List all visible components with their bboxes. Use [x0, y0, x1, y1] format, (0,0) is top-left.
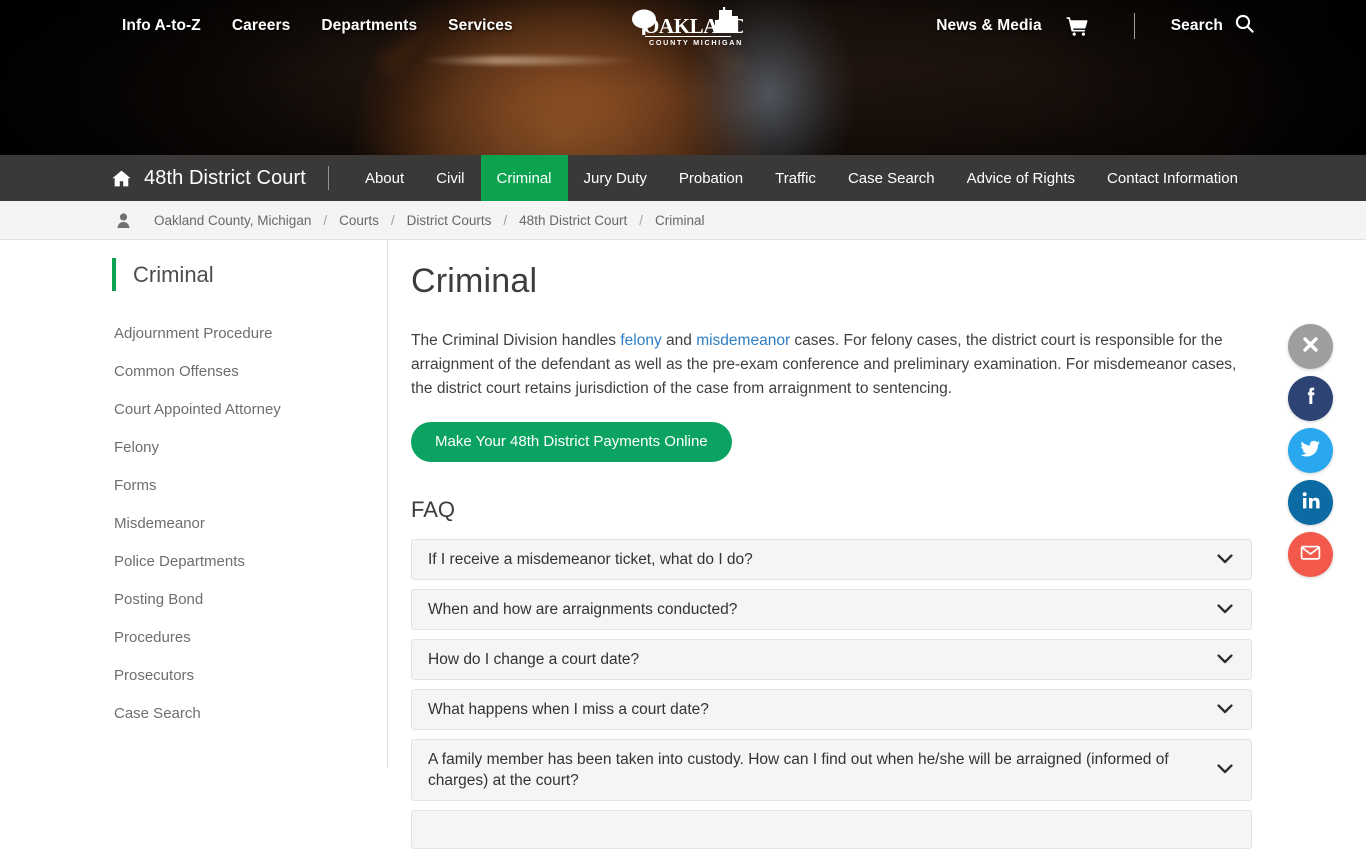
search-icon: [1235, 14, 1254, 38]
faq-list: If I receive a misdemeanor ticket, what …: [411, 539, 1252, 849]
search-button[interactable]: Search: [1171, 14, 1254, 38]
top-nav-left-links: Info A-to-Z Careers Departments Services: [122, 17, 513, 35]
social-share-rail: [1288, 324, 1333, 577]
home-icon: [112, 170, 131, 187]
oakland-county-logo[interactable]: OAKLAND COUNTY MICHIGAN: [627, 6, 748, 48]
email-icon: [1299, 541, 1322, 569]
nav-item-advice-of-rights[interactable]: Advice of Rights: [951, 155, 1091, 201]
breadcrumb: Oakland County, Michigan / Courts / Dist…: [154, 213, 705, 228]
chevron-down-icon: [1217, 761, 1233, 779]
page-title: Criminal: [411, 262, 538, 300]
shopping-cart-icon[interactable]: [1066, 16, 1088, 36]
nav-item-jury-duty[interactable]: Jury Duty: [568, 155, 663, 201]
intro-text-1: The Criminal Division handles: [411, 332, 621, 349]
sidebar-item-case-search[interactable]: Case Search: [114, 695, 387, 733]
faq-question: A family member has been taken into cust…: [428, 751, 1169, 789]
topnav-link-services[interactable]: Services: [448, 17, 513, 35]
nav-item-traffic[interactable]: Traffic: [759, 155, 832, 201]
nav-item-probation[interactable]: Probation: [663, 155, 759, 201]
topnav-divider: [1133, 13, 1135, 39]
breadcrumb-item-district-courts[interactable]: District Courts: [407, 213, 492, 228]
nav-item-about[interactable]: About: [349, 155, 420, 201]
chevron-down-icon: [1217, 651, 1233, 669]
intro-text-2: and: [661, 332, 697, 349]
sidebar-item-court-appointed-attorney[interactable]: Court Appointed Attorney: [114, 391, 387, 429]
logo-subtitle: COUNTY MICHIGAN: [649, 38, 743, 47]
sidebar-heading: Criminal: [112, 258, 387, 291]
nav-item-case-search[interactable]: Case Search: [832, 155, 951, 201]
breadcrumb-separator: /: [639, 212, 643, 228]
chevron-down-icon: [1217, 551, 1233, 569]
sidebar-item-felony[interactable]: Felony: [114, 429, 387, 467]
sidebar-item-misdemeanor[interactable]: Misdemeanor: [114, 505, 387, 543]
breadcrumb-item-courts[interactable]: Courts: [339, 213, 379, 228]
hero-banner: Info A-to-Z Careers Departments Services…: [0, 0, 1366, 155]
faq-question: How do I change a court date?: [428, 651, 640, 668]
faq-item[interactable]: When and how are arraignments conducted?: [411, 589, 1252, 630]
breadcrumb-item-oakland-county[interactable]: Oakland County, Michigan: [154, 213, 311, 228]
sidebar-item-adjournment-procedure[interactable]: Adjournment Procedure: [114, 315, 387, 353]
topnav-link-news-media[interactable]: News & Media: [936, 17, 1041, 35]
nav-item-contact-information[interactable]: Contact Information: [1091, 155, 1254, 201]
search-label: Search: [1170, 17, 1223, 34]
linkedin-share-button[interactable]: [1288, 480, 1333, 525]
breadcrumb-bar: Oakland County, Michigan / Courts / Dist…: [0, 201, 1366, 240]
intro-paragraph: The Criminal Division handles felony and…: [411, 329, 1241, 401]
sidebar-item-police-departments[interactable]: Police Departments: [114, 543, 387, 581]
sidebar: Criminal Adjournment Procedure Common Of…: [0, 240, 388, 768]
faq-item[interactable]: A family member has been taken into cust…: [411, 739, 1252, 801]
make-payments-button[interactable]: Make Your 48th District Payments Online: [411, 422, 732, 462]
sidebar-item-prosecutors[interactable]: Prosecutors: [114, 657, 387, 695]
sidebar-item-procedures[interactable]: Procedures: [114, 619, 387, 657]
faq-item[interactable]: [411, 810, 1252, 849]
breadcrumb-item-48th-district-court[interactable]: 48th District Court: [519, 213, 627, 228]
breadcrumb-separator: /: [390, 212, 395, 228]
topnav-link-departments[interactable]: Departments: [321, 17, 417, 35]
faq-item[interactable]: If I receive a misdemeanor ticket, what …: [411, 539, 1252, 580]
email-share-button[interactable]: [1288, 532, 1333, 577]
twitter-icon: [1299, 437, 1322, 465]
sidebar-heading-label: Criminal: [133, 261, 214, 287]
top-nav-right-links: News & Media Search: [936, 13, 1254, 39]
user-icon[interactable]: [0, 212, 130, 228]
section-nav-title: 48th District Court: [144, 166, 306, 189]
faq-question: When and how are arraignments conducted?: [428, 601, 738, 618]
section-nav-items: About Civil Criminal Jury Duty Probation…: [349, 155, 1254, 201]
faq-item[interactable]: How do I change a court date?: [411, 639, 1252, 680]
faq-heading: FAQ: [411, 497, 456, 522]
chevron-down-icon: [1217, 601, 1233, 619]
breadcrumb-separator: /: [503, 212, 508, 228]
topnav-link-info-a-to-z[interactable]: Info A-to-Z: [122, 17, 201, 35]
close-icon: [1302, 336, 1319, 358]
breadcrumb-item-criminal: Criminal: [654, 212, 705, 228]
chevron-down-icon: [1217, 701, 1233, 719]
sidebar-item-common-offenses[interactable]: Common Offenses: [114, 353, 387, 391]
section-nav: 48th District Court About Civil Criminal…: [0, 155, 1366, 201]
section-nav-brand[interactable]: 48th District Court: [112, 155, 328, 201]
facebook-share-button[interactable]: [1288, 376, 1333, 421]
felony-link[interactable]: felony: [620, 332, 661, 349]
faq-question: If I receive a misdemeanor ticket, what …: [428, 551, 753, 568]
logo-wordmark: OAKLAND: [643, 14, 743, 38]
facebook-icon: [1300, 385, 1322, 412]
sidebar-item-posting-bond[interactable]: Posting Bond: [114, 581, 387, 619]
breadcrumb-separator: /: [323, 212, 328, 228]
faq-question: What happens when I miss a court date?: [428, 701, 709, 718]
close-share-button[interactable]: [1288, 324, 1333, 369]
main-content: Criminal The Criminal Division handles f…: [388, 240, 1366, 849]
nav-item-civil[interactable]: Civil: [420, 155, 480, 201]
topnav-link-careers[interactable]: Careers: [232, 17, 290, 35]
nav-item-criminal[interactable]: Criminal: [480, 155, 568, 201]
page-body: Criminal Adjournment Procedure Common Of…: [0, 240, 1366, 849]
linkedin-icon: [1300, 490, 1321, 516]
misdemeanor-link[interactable]: misdemeanor: [696, 332, 790, 349]
faq-item[interactable]: What happens when I miss a court date?: [411, 689, 1252, 730]
twitter-share-button[interactable]: [1288, 428, 1333, 473]
sidebar-item-forms[interactable]: Forms: [114, 467, 387, 505]
section-nav-divider: [327, 166, 329, 190]
